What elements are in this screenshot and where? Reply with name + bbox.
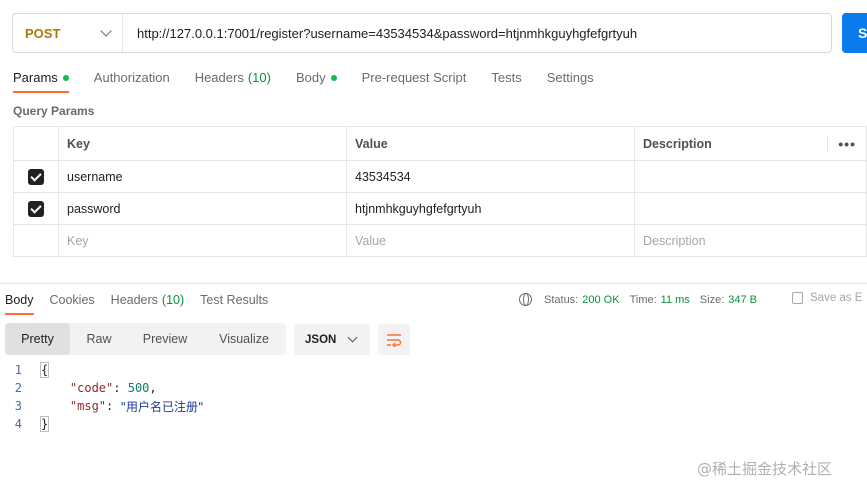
view-raw[interactable]: Raw [70,323,128,355]
code-line: 3 "msg": "用户名已注册" [0,397,204,415]
close-brace: } [39,416,50,432]
param-description[interactable] [634,192,867,225]
column-description-label: Description [643,136,712,151]
wrap-lines-icon [387,333,402,347]
code-line: 4 } [0,415,204,433]
tab-test-results[interactable]: Test Results [200,293,268,307]
json-number: 500 [127,381,150,395]
column-value: Value [346,126,635,161]
tab-settings[interactable]: Settings [547,70,594,85]
method-label: POST [25,25,61,41]
tab-response-headers[interactable]: Headers (10) [111,293,184,307]
tab-body[interactable]: Body [296,70,337,85]
save-as-example-button[interactable]: Save as E [792,292,862,304]
tab-authorization[interactable]: Authorization [94,70,170,85]
query-params-title: Query Params [13,104,95,118]
key-placeholder[interactable]: Key [58,224,347,257]
more-icon[interactable]: ••• [827,135,858,152]
param-value[interactable]: htjnmhkguyhgfefgrtyuh [346,192,635,225]
status-label: Status: [544,293,579,306]
param-value[interactable]: 43534534 [346,160,635,193]
tab-pre-request-script[interactable]: Pre-request Script [362,70,467,85]
url-bar: POST http://127.0.0.1:7001/register?user… [12,13,832,53]
chevron-down-icon [100,25,112,37]
view-pretty[interactable]: Pretty [5,323,70,355]
time-value[interactable]: 11 ms [661,294,690,306]
format-label: JSON [305,333,337,346]
table-row-new: Key Value Description [13,224,867,257]
description-placeholder[interactable]: Description [634,224,867,257]
request-tabs: Params Authorization Headers (10) Body P… [13,70,619,93]
save-icon [792,292,803,304]
globe-icon[interactable] [519,293,532,306]
response-status-bar: Status: 200 OK Time: 11 ms Size: 347 B [519,293,757,306]
view-visualize[interactable]: Visualize [202,323,286,355]
row-checkbox-cell [13,224,59,257]
wrap-lines-button[interactable] [378,324,410,355]
response-code-viewer[interactable]: 1 { 2 "code": 500, 3 "msg": "用户名已注册" 4 } [0,361,204,433]
status-value[interactable]: 200 OK [582,294,619,306]
size-label: Size: [699,293,725,306]
save-as-label: Save as E [810,292,863,304]
param-description[interactable] [634,160,867,193]
row-checkbox-cell [13,192,59,225]
checkbox-checked-icon[interactable] [28,200,44,217]
line-number: 1 [14,363,22,377]
column-key: Key [58,126,347,161]
time-label: Time: [629,293,657,306]
tab-label: Pre-request Script [361,70,467,85]
chevron-down-icon [347,332,358,343]
tab-label: Headers [110,293,158,307]
view-mode-segmented-control: Pretty Raw Preview Visualize [5,323,286,355]
tab-params[interactable]: Params [13,70,69,93]
format-select[interactable]: JSON [294,324,370,355]
column-description: Description ••• [634,126,867,161]
param-key[interactable]: username [58,160,347,193]
tab-label: Tests [491,70,522,85]
response-tabs: Body Cookies Headers (10) Test Results [5,293,284,315]
tab-label: Params [13,70,58,85]
value-placeholder[interactable]: Value [346,224,635,257]
url-input[interactable]: http://127.0.0.1:7001/register?username=… [123,26,637,41]
send-button[interactable]: S [842,13,867,53]
checkbox-checked-icon[interactable] [28,168,44,185]
tab-cookies[interactable]: Cookies [50,293,95,307]
json-key: "code" [69,381,114,395]
line-number: 2 [14,381,22,395]
json-key: "msg" [69,399,107,413]
method-select[interactable]: POST [13,14,123,52]
tab-label: Test Results [200,293,269,307]
tab-count: (10) [161,293,185,307]
tab-label: Body [295,70,326,85]
view-preview[interactable]: Preview [128,323,202,355]
active-dot-icon [62,74,69,81]
query-params-table: Key Value Description ••• username 43534… [13,126,867,257]
tab-count: (10) [247,70,271,85]
line-number: 4 [14,417,22,431]
table-row: password htjnmhkguyhgfefgrtyuh [13,192,867,225]
tab-label: Headers [194,70,244,85]
pane-divider[interactable] [0,283,867,284]
tab-label: Authorization [93,70,170,85]
tab-tests[interactable]: Tests [491,70,521,85]
row-checkbox-cell [13,160,59,193]
open-brace: { [39,362,50,378]
line-number: 3 [14,399,22,413]
active-dot-icon [330,74,337,81]
size-value[interactable]: 347 B [728,294,757,306]
table-header-row: Key Value Description ••• [13,126,867,161]
table-row: username 43534534 [13,160,867,193]
tab-label: Cookies [49,293,95,307]
tab-label: Settings [546,70,594,85]
code-line: 2 "code": 500, [0,379,204,397]
watermark: @稀土掘金技术社区 [697,460,833,478]
header-checkbox-cell [13,126,59,161]
code-line: 1 { [0,361,204,379]
tab-response-body[interactable]: Body [5,293,34,315]
json-string: "用户名已注册" [120,399,204,414]
tab-headers[interactable]: Headers (10) [195,70,271,85]
tab-label: Body [5,293,34,307]
param-key[interactable]: password [58,192,347,225]
